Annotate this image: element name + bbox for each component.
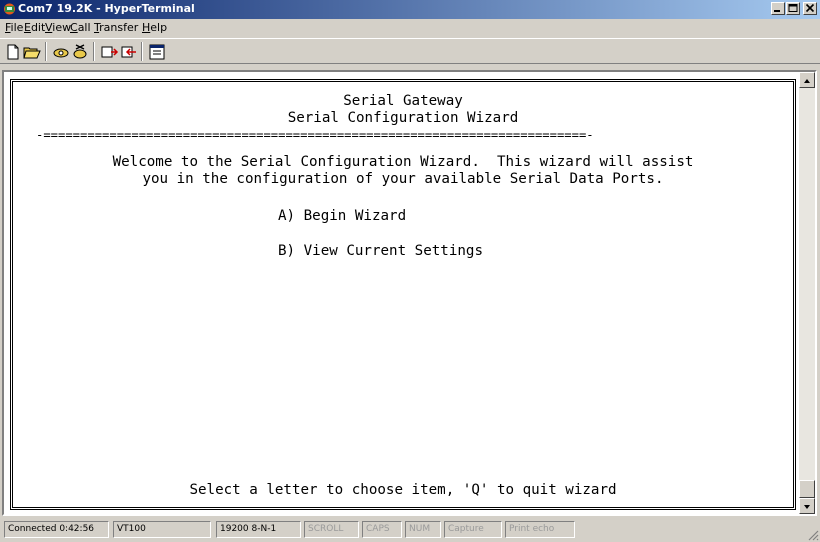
menu-bar: File Edit View Call Transfer Help [0, 19, 820, 37]
status-bar: Connected 0:42:56 VT100 19200 8-N-1 SCRO… [0, 518, 820, 542]
window-title: Com7 19.2K - HyperTerminal [18, 2, 195, 15]
menu-option-begin-wizard: A) Begin Wizard [278, 208, 407, 224]
menu-view[interactable]: View [45, 21, 71, 35]
status-num: NUM [405, 521, 441, 538]
welcome-line-1: Welcome to the Serial Configuration Wiza… [112, 154, 694, 170]
welcome-line-2: you in the configuration of your availab… [142, 171, 664, 187]
status-caps: CAPS [362, 521, 402, 538]
status-print-echo: Print echo [505, 521, 575, 538]
new-connection-button[interactable] [3, 42, 23, 62]
terminal-title-1: Serial Gateway [343, 93, 463, 109]
properties-icon [149, 44, 165, 60]
send-icon [101, 46, 119, 58]
status-port-settings: 19200 8-N-1 [216, 521, 301, 538]
status-scroll: SCROLL [304, 521, 359, 538]
scroll-up-button[interactable] [799, 72, 815, 88]
menu-transfer[interactable]: Transfer [94, 21, 138, 35]
toolbar-separator [45, 42, 47, 61]
send-file-button[interactable] [99, 42, 119, 62]
maximize-button[interactable] [786, 2, 800, 15]
scroll-thumb[interactable] [799, 480, 815, 498]
menu-file[interactable]: File [5, 21, 23, 35]
toolbar-separator [93, 42, 95, 61]
phone-disconnect-icon [73, 44, 87, 59]
phone-connect-icon [53, 48, 69, 58]
status-capture: Capture [444, 521, 502, 538]
menu-option-view-settings: B) View Current Settings [278, 243, 483, 259]
hyperterminal-app-icon [4, 3, 15, 15]
terminal-divider: -=======================================… [36, 128, 594, 142]
status-emulation: VT100 [113, 521, 211, 538]
receive-file-button[interactable] [118, 42, 138, 62]
minimize-button[interactable] [771, 2, 785, 15]
disconnect-button[interactable] [70, 42, 90, 62]
resize-grip-icon[interactable] [807, 529, 819, 541]
vertical-scrollbar[interactable] [799, 72, 815, 514]
terminal-viewport[interactable]: Serial Gateway Serial Configuration Wiza… [2, 70, 817, 516]
title-bar[interactable]: Com7 19.2K - HyperTerminal [0, 0, 820, 19]
terminal-prompt: Select a letter to choose item, 'Q' to q… [189, 482, 617, 498]
close-icon [805, 3, 815, 13]
toolbar [0, 38, 820, 64]
status-connected: Connected 0:42:56 [4, 521, 109, 538]
toolbar-separator [141, 42, 143, 61]
maximize-icon [788, 4, 798, 12]
menu-edit[interactable]: Edit [24, 21, 45, 35]
new-document-icon [7, 44, 19, 60]
scroll-down-button[interactable] [799, 498, 815, 514]
arrow-up-icon [804, 79, 810, 83]
minimize-icon [774, 10, 780, 12]
terminal-title-2: Serial Configuration Wizard [287, 110, 519, 126]
receive-icon [121, 46, 136, 58]
connect-button[interactable] [51, 42, 71, 62]
open-folder-icon [23, 47, 41, 59]
menu-help[interactable]: Help [142, 21, 167, 35]
terminal-screen[interactable]: Serial Gateway Serial Configuration Wiza… [10, 79, 796, 510]
menu-call[interactable]: Call [70, 21, 91, 35]
arrow-down-icon [804, 505, 810, 509]
properties-button[interactable] [147, 42, 167, 62]
close-button[interactable] [803, 2, 817, 15]
open-button[interactable] [22, 42, 42, 62]
